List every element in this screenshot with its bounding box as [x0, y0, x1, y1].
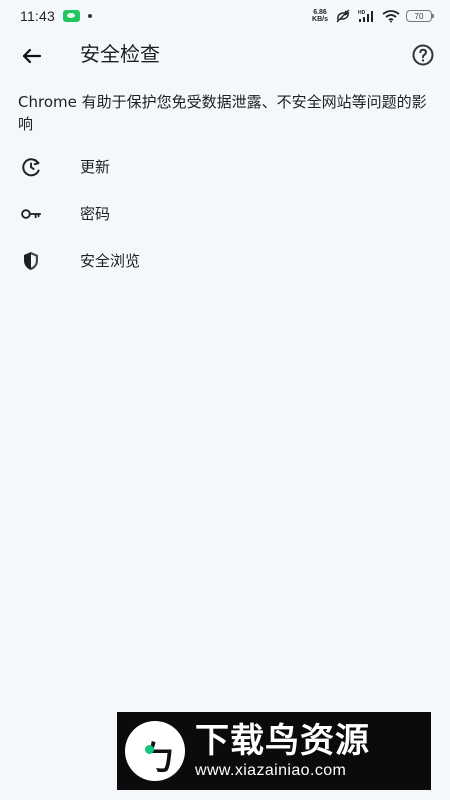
key-icon [20, 203, 42, 225]
status-time: 11:43 [20, 8, 55, 24]
battery-level: 70 [414, 11, 424, 21]
battery-icon: 70 [406, 10, 434, 22]
network-speed-value: 6.86 [313, 9, 327, 16]
status-right: 6.86 KB/s HD 70 [312, 9, 434, 23]
network-speed: 6.86 KB/s [312, 9, 328, 23]
safety-check-item-label: 更新 [80, 158, 111, 176]
network-speed-unit: KB/s [312, 16, 328, 23]
watermark-text: 下载鸟资源 www.xiazainiao.com [195, 722, 370, 780]
notification-dot-icon [88, 14, 92, 18]
shield-icon [20, 250, 42, 272]
watermark-logo: ㄅ [125, 721, 185, 781]
page-title: 安全检查 [80, 42, 160, 66]
watermark-brand: 下载鸟资源 [195, 721, 370, 761]
svg-text:HD: HD [358, 10, 366, 16]
sync-off-icon [336, 9, 350, 23]
safety-check-item-label: 安全浏览 [80, 252, 141, 270]
app-header: 安全检查 [0, 32, 450, 78]
safety-check-item-safe-browsing[interactable]: 安全浏览 [0, 238, 450, 285]
arrow-left-icon [22, 48, 42, 64]
back-button[interactable] [16, 41, 46, 71]
status-left: 11:43 [20, 8, 92, 24]
signal-icon: HD [358, 10, 373, 22]
safety-check-item-label: 密码 [80, 205, 111, 223]
safety-check-description: Chrome 有助于保护您免受数据泄露、不安全网站等问题的影响 [18, 93, 427, 133]
help-icon [412, 44, 434, 66]
watermark-banner: ㄅ 下载鸟资源 www.xiazainiao.com [117, 712, 431, 790]
screen: 11:43 6.86 KB/s HD 70 安全检查 Chrome 有助于保护您… [0, 0, 450, 800]
safety-check-item-update[interactable]: 更新 [0, 144, 450, 191]
help-button[interactable] [410, 42, 436, 68]
watermark-url: www.xiazainiao.com [195, 762, 347, 779]
wifi-icon [382, 10, 400, 23]
safety-check-item-password[interactable]: 密码 [0, 191, 450, 238]
status-bar: 11:43 6.86 KB/s HD 70 [0, 0, 450, 32]
watermark-logo-dot [145, 745, 154, 754]
safety-check-list: 更新 密码 安全浏览 [0, 144, 450, 285]
wechat-notification-icon [63, 10, 80, 22]
update-icon [20, 156, 42, 178]
